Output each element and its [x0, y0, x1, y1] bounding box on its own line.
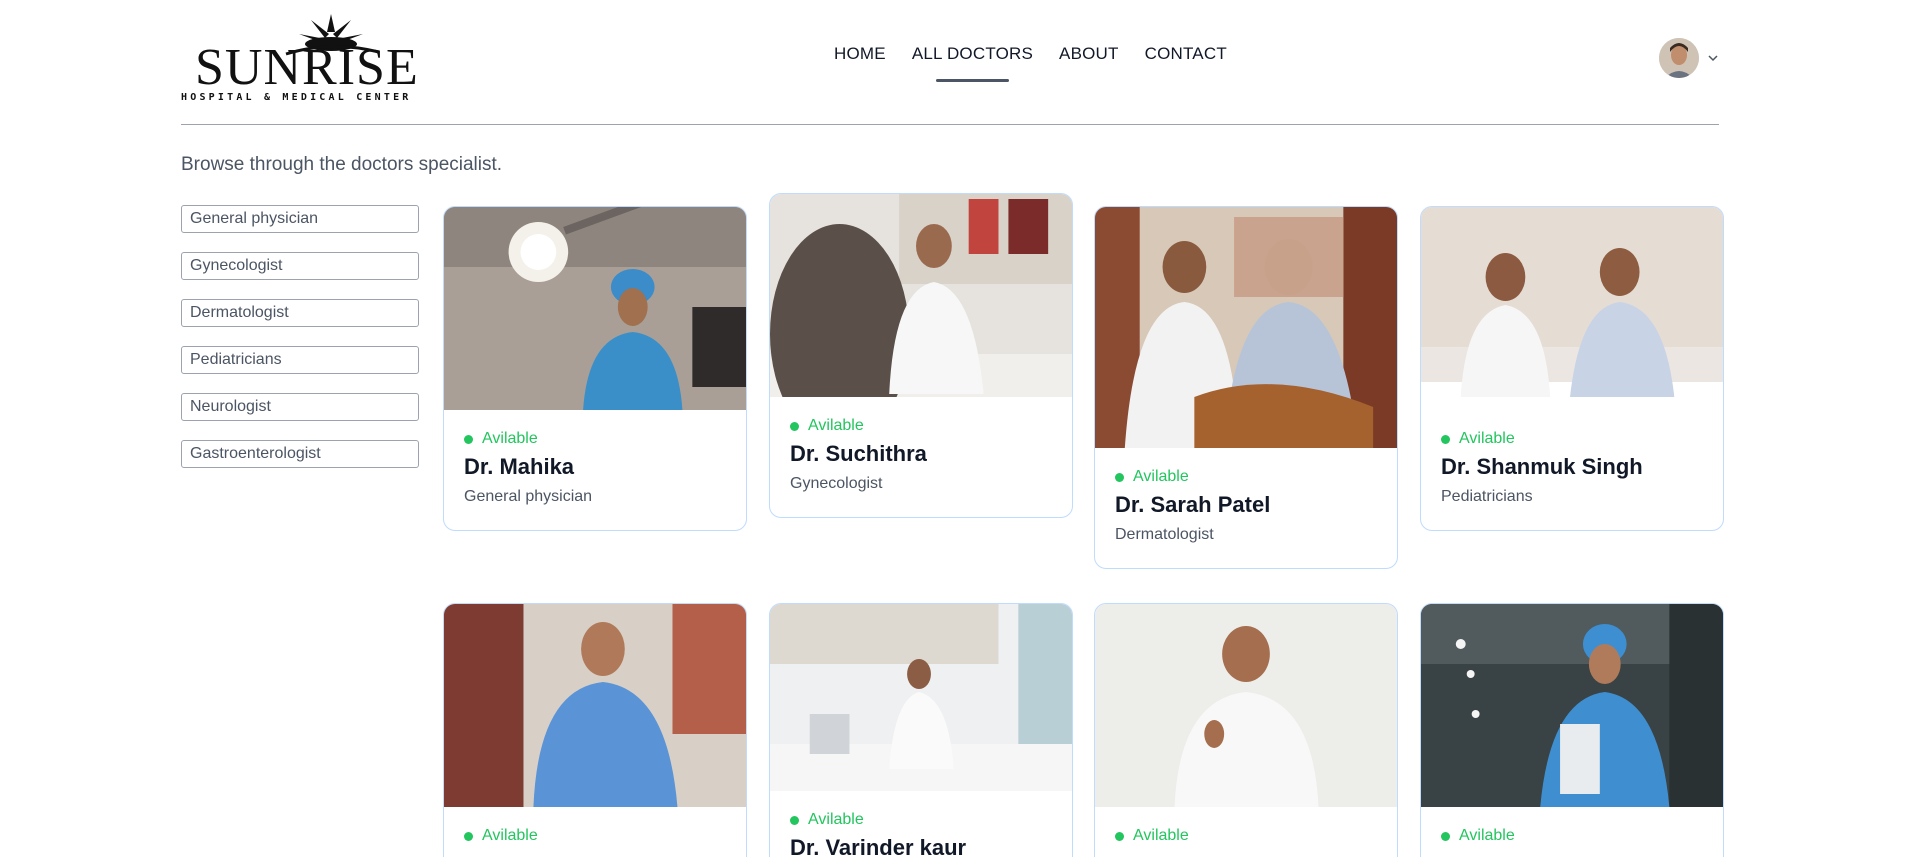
hospital-logo[interactable]: SUNRISE HOSPITAL & MEDICAL CENTER — [181, 12, 421, 112]
filter-neurologist[interactable]: Neurologist — [181, 393, 419, 421]
doctor-name: Dr. Varinder kaur — [790, 835, 967, 857]
availability-status: Avilable — [1441, 430, 1703, 448]
filter-general-physician[interactable]: General physician — [181, 205, 419, 233]
status-dot-icon — [464, 831, 473, 841]
doctor-card[interactable]: Avilable — [1094, 603, 1398, 857]
doctor-speciality: Gynecologist — [790, 475, 883, 492]
availability-status: Avilable — [464, 827, 726, 845]
profile-menu[interactable] — [1659, 38, 1719, 78]
status-dot-icon — [1115, 831, 1124, 841]
doctor-photo-sarah-patel — [1095, 207, 1397, 448]
doctor-card[interactable]: Avilable Dr. Sarah Patel Dermatologist — [1094, 206, 1398, 569]
doctor-speciality: Pediatricians — [1441, 488, 1533, 505]
top-header: SUNRISE HOSPITAL & MEDICAL CENTER HOME A… — [181, 0, 1719, 125]
doctor-photo — [1095, 604, 1397, 807]
chevron-down-icon[interactable] — [1707, 52, 1719, 64]
avatar[interactable] — [1659, 38, 1699, 78]
logo-wordmark: SUNRISE — [195, 39, 419, 96]
doctor-card[interactable]: Avilable Dr. Mahika General physician — [443, 206, 747, 531]
doctor-photo-varinder-kaur — [770, 604, 1072, 791]
doctor-card[interactable]: Avilable Dr. Shanmuk Singh Pediatricians — [1420, 206, 1724, 531]
page-intro: Browse through the doctors specialist. — [181, 154, 503, 175]
doctor-card[interactable]: Avilable Dr. Varinder kaur — [769, 603, 1073, 857]
doctor-name: Dr. Suchithra — [790, 441, 927, 466]
speciality-filters: General physician Gynecologist Dermatolo… — [181, 205, 419, 487]
filter-dermatologist[interactable]: Dermatologist — [181, 299, 419, 327]
filter-pediatricians[interactable]: Pediatricians — [181, 346, 419, 374]
status-dot-icon — [464, 434, 473, 444]
nav-home[interactable]: HOME — [834, 44, 886, 64]
doctor-name: Dr. Shanmuk Singh — [1441, 454, 1643, 479]
availability-status: Avilable — [790, 811, 1052, 829]
nav-contact[interactable]: CONTACT — [1145, 44, 1227, 64]
availability-status: Avilable — [464, 430, 726, 448]
doctor-photo — [444, 604, 746, 807]
doctor-name: Dr. Sarah Patel — [1115, 492, 1271, 517]
status-dot-icon — [1441, 831, 1450, 841]
doctor-card[interactable]: Avilable — [443, 603, 747, 857]
doctor-photo-mahika — [444, 207, 746, 410]
filter-gynecologist[interactable]: Gynecologist — [181, 252, 419, 280]
availability-status: Avilable — [1115, 468, 1377, 486]
main-nav: HOME ALL DOCTORS ABOUT CONTACT — [834, 44, 1227, 82]
doctor-name: Dr. Mahika — [464, 454, 575, 479]
status-dot-icon — [790, 815, 799, 825]
doctor-speciality: Dermatologist — [1115, 526, 1214, 543]
doctor-speciality: General physician — [464, 488, 593, 505]
doctor-photo — [1421, 604, 1723, 807]
doctor-photo-shanmuk-singh — [1421, 207, 1723, 410]
doctor-photo-suchithra — [770, 194, 1072, 397]
doctor-card[interactable]: Avilable Dr. Suchithra Gynecologist — [769, 193, 1073, 518]
logo-subtitle: HOSPITAL & MEDICAL CENTER — [181, 92, 412, 103]
availability-status: Avilable — [1115, 827, 1377, 845]
status-dot-icon — [790, 421, 799, 431]
status-dot-icon — [1115, 472, 1124, 482]
filter-gastroenterologist[interactable]: Gastroenterologist — [181, 440, 419, 468]
doctor-card[interactable]: Avilable — [1420, 603, 1724, 857]
status-dot-icon — [1441, 434, 1450, 444]
availability-status: Avilable — [790, 417, 1052, 435]
availability-status: Avilable — [1441, 827, 1703, 845]
nav-about[interactable]: ABOUT — [1059, 44, 1119, 64]
nav-all-doctors[interactable]: ALL DOCTORS — [912, 44, 1033, 82]
